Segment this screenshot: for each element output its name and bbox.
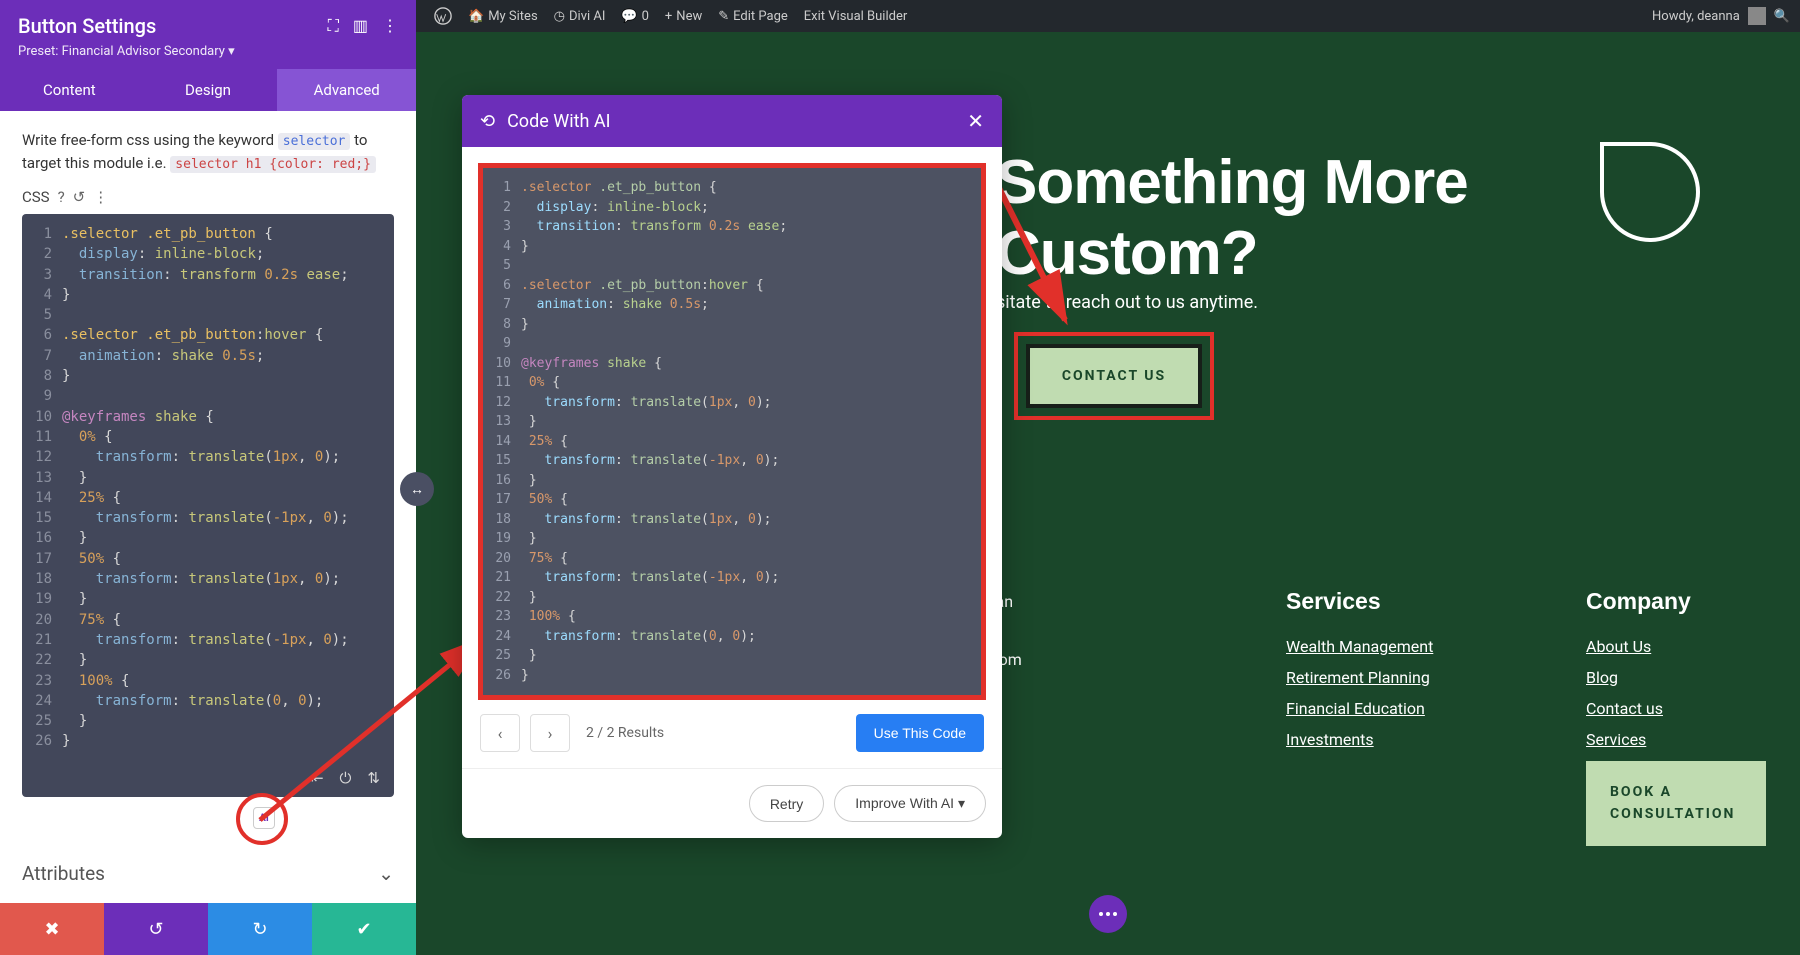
divi-ai[interactable]: ◷ Divi AI [546,9,614,24]
my-sites[interactable]: 🏠 My Sites [460,9,546,24]
logo-icon [1600,142,1700,242]
footer-link[interactable]: Blog [1586,668,1786,687]
focus-icon[interactable]: ⛶ [328,16,339,36]
avatar[interactable] [1748,7,1766,25]
footer-address: San .com [986,588,1186,846]
chevron-down-icon: ⌄ [378,862,394,885]
keyword-selector: selector [278,133,351,150]
footer-link[interactable]: Retirement Planning [1286,668,1486,687]
tab-design[interactable]: Design [139,69,278,111]
prev-result[interactable]: ‹ [480,714,520,752]
edit-page[interactable]: ✎ Edit Page [710,9,796,24]
collapse-handle[interactable]: ↔ [400,472,434,506]
wp-admin-bar: 🏠 My Sites ◷ Divi AI 💬 0 + New ✎ Edit Pa… [416,0,1800,32]
css-editor[interactable]: 1.selector .et_pb_button {2 display: inl… [22,214,394,762]
use-this-code-button[interactable]: Use This Code [856,714,984,752]
dock-icon[interactable]: ▥ [353,16,368,36]
ai-code-editor[interactable]: 1.selector .et_pb_button {2 display: inl… [487,172,977,691]
next-result[interactable]: › [530,714,570,752]
services-heading: Services [1286,588,1486,615]
exit-visual-builder[interactable]: Exit Visual Builder [796,9,915,24]
footer-link[interactable]: About Us [1586,637,1786,656]
retry-button[interactable]: Retry [749,785,824,822]
css-toolbar: ⇤ ⏻ ⇅ [22,758,394,797]
company-heading: Company [1586,588,1786,615]
tab-advanced[interactable]: Advanced [277,69,416,111]
preset-selector[interactable]: Preset: Financial Advisor Secondary ▾ [18,44,398,59]
redo-button[interactable]: ↻ [208,903,312,955]
help-icon[interactable]: ? [58,188,65,206]
footer-company: Company About Us Blog Contact us Services B… [1586,588,1786,846]
divi-fab[interactable] [1089,895,1127,933]
footer-link[interactable]: Investments [1286,730,1486,749]
hero-title: Something More Custom? [996,147,1468,289]
css-label: CSS [22,188,50,206]
contact-us-button[interactable]: CONTACT US [1026,344,1202,408]
code-with-ai-modal: ⟲ Code With AI ✕ 1.selector .et_pb_butto… [462,95,1002,838]
cancel-button[interactable]: ✖ [0,903,104,955]
wp-logo[interactable] [426,7,460,25]
attributes-section[interactable]: Attributes⌄ [0,844,416,903]
search-icon[interactable]: 🔍 [1774,9,1790,24]
improve-with-ai-button[interactable]: Improve With AI ▾ [834,785,986,822]
howdy-user[interactable]: Howdy, deanna [1652,9,1740,24]
footer-link[interactable]: Financial Education [1286,699,1486,718]
panel-title: Button Settings [18,14,156,38]
back-icon[interactable]: ⟲ [480,111,495,132]
tab-content[interactable]: Content [0,69,139,111]
more-icon[interactable]: ⋮ [382,16,398,36]
save-button[interactable]: ✔ [312,903,416,955]
annotation-highlight-code: 1.selector .et_pb_button {2 display: inl… [478,163,986,700]
footer-services: Services Wealth Management Retirement Pla… [1286,588,1486,846]
css-help-text: Write free-form css using the keyword se… [22,129,394,174]
footer-link[interactable]: Contact us [1586,699,1786,718]
module-settings-panel: Button Settings ⛶ ▥ ⋮ Preset: Financial … [0,0,416,955]
hero-subtitle: sitate to reach out to us anytime. [996,292,1258,313]
power-icon[interactable]: ⏻ [340,769,352,787]
undo-button[interactable]: ↺ [104,903,208,955]
ai-modal-title: Code With AI [507,111,610,132]
close-icon[interactable]: ✕ [967,109,984,133]
book-consultation-button[interactable]: BOOK A CONSULTATION [1586,761,1766,846]
more-icon[interactable]: ⋮ [93,188,108,206]
sort-icon[interactable]: ⇅ [367,769,380,787]
import-icon[interactable]: ⇤ [311,769,324,787]
ai-button[interactable]: AI [253,807,275,829]
footer-link[interactable]: Wealth Management [1286,637,1486,656]
new[interactable]: + New [657,9,710,24]
results-count: 2 / 2 Results [586,725,664,741]
keyword-example: selector h1 {color: red;} [170,156,376,173]
undo-icon[interactable]: ↺ [73,188,86,206]
footer-link[interactable]: Services [1586,730,1786,749]
comments[interactable]: 💬 0 [613,9,657,24]
